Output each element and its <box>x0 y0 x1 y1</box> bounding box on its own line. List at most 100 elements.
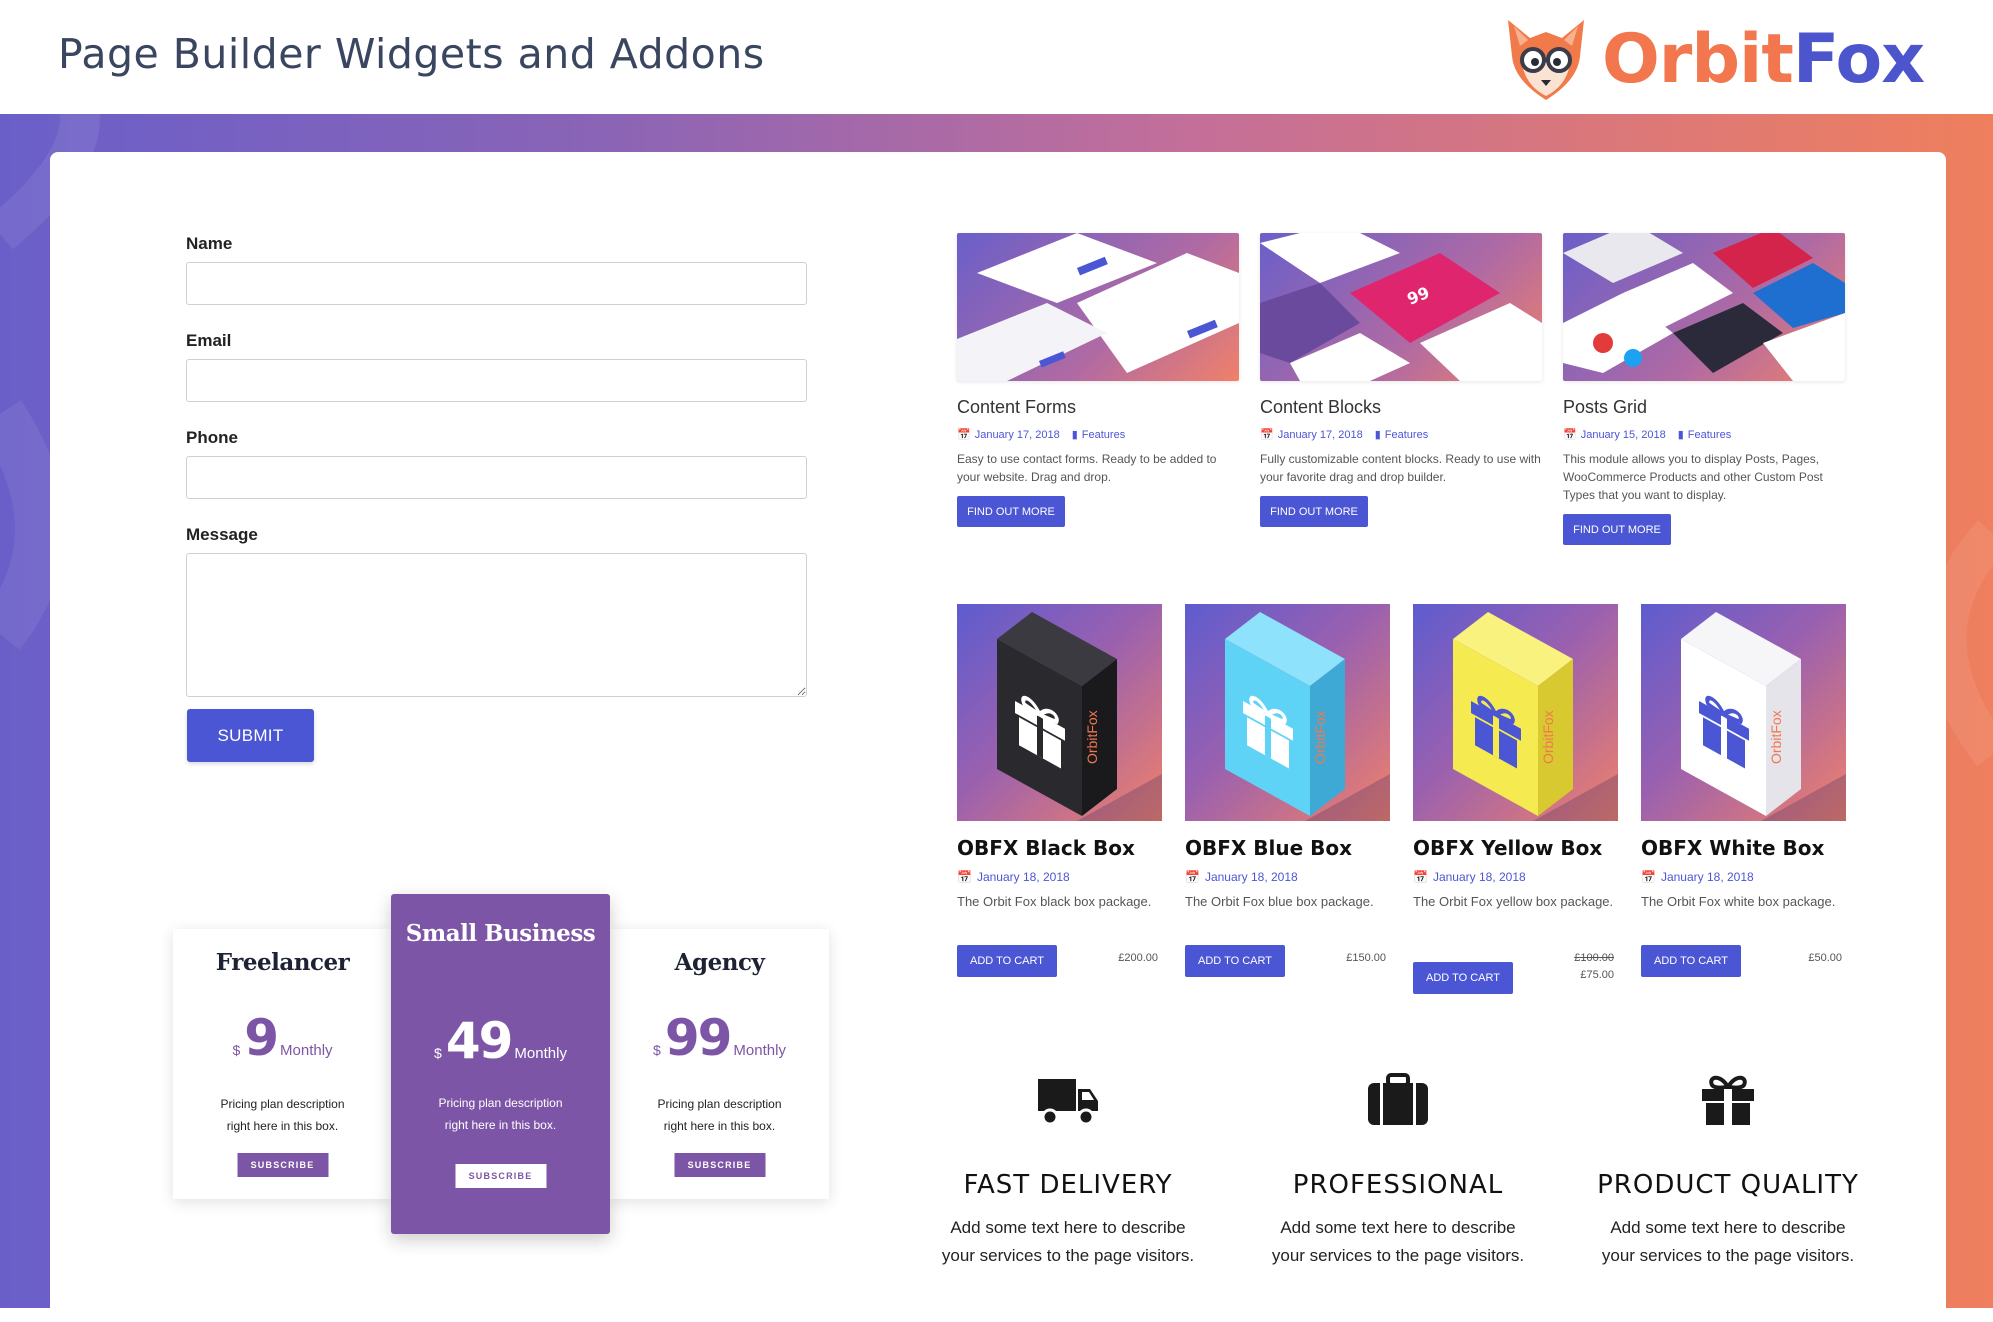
bookmark-icon: ▮ <box>1374 429 1381 441</box>
logo-text-orbit: Orbit <box>1602 20 1794 99</box>
product-description: The Orbit Fox white box package. <box>1641 894 1836 909</box>
feature-desc-line-2: your services to the page visitors. <box>1601 1246 1855 1265</box>
product-name[interactable]: OBFX Blue Box <box>1185 836 1390 860</box>
product-date[interactable]: January 18, 2018 <box>1205 870 1298 884</box>
feature-description: Add some text here to describe your serv… <box>1248 1214 1548 1270</box>
post-date[interactable]: January 15, 2018 <box>1581 429 1666 441</box>
submit-button[interactable]: SUBMIT <box>187 709 314 762</box>
find-out-more-button[interactable]: FIND OUT MORE <box>1260 496 1368 527</box>
product-meta: 📅 January 18, 2018 <box>1185 870 1390 884</box>
product-description: The Orbit Fox black box package. <box>957 894 1152 909</box>
product-old-price: £100.00 <box>1574 952 1614 964</box>
product-description: The Orbit Fox blue box package. <box>1185 894 1374 909</box>
feature-item: PROFESSIONAL Add some text here to descr… <box>1248 1070 1548 1270</box>
post-date[interactable]: January 17, 2018 <box>1278 429 1363 441</box>
feature-desc-line-1: Add some text here to describe <box>1280 1218 1516 1237</box>
post-meta: 📅 January 17, 2018 ▮ Features <box>957 428 1239 442</box>
product-name[interactable]: OBFX Black Box <box>957 836 1162 860</box>
email-input[interactable] <box>186 359 807 402</box>
add-to-cart-button[interactable]: ADD TO CART <box>1413 962 1513 994</box>
add-to-cart-button[interactable]: ADD TO CART <box>957 945 1057 977</box>
gift-box-illustration: OrbitFox <box>957 612 1162 821</box>
gift-icon <box>1578 1070 1878 1130</box>
gift-box-illustration: OrbitFox <box>1413 612 1618 821</box>
plan-price: $ 49 Monthly <box>391 1012 610 1070</box>
name-label: Name <box>186 234 233 253</box>
post-excerpt: Easy to use contact forms. Ready to be a… <box>957 452 1217 484</box>
phone-input[interactable] <box>186 456 807 499</box>
plan-description: Pricing plan description right here in t… <box>183 1093 382 1137</box>
post-excerpt: This module allows you to display Posts,… <box>1563 452 1823 502</box>
post-card: Content Forms 📅 January 17, 2018 ▮ Featu… <box>957 233 1239 527</box>
plan-currency: $ <box>232 1042 241 1058</box>
add-to-cart-button[interactable]: ADD TO CART <box>1641 945 1741 977</box>
subscribe-button[interactable]: SUBSCRIBE <box>237 1153 328 1177</box>
product-image[interactable]: OrbitFox <box>1185 604 1390 821</box>
product-meta: 📅 January 18, 2018 <box>1413 870 1618 884</box>
product-name[interactable]: OBFX White Box <box>1641 836 1846 860</box>
product-image[interactable]: OrbitFox <box>1641 604 1846 821</box>
box-label-text: OrbitFox <box>1768 710 1784 764</box>
product-price-block: £100.00 £75.00 <box>1574 950 1614 984</box>
phone-label: Phone <box>186 428 238 447</box>
product-date[interactable]: January 18, 2018 <box>977 870 1070 884</box>
product-card: OrbitFox OBFX White Box 📅 January 18, 201… <box>1641 604 1846 977</box>
post-date[interactable]: January 17, 2018 <box>975 429 1060 441</box>
product-image[interactable]: OrbitFox <box>957 604 1162 821</box>
post-card: Posts Grid 📅 January 15, 2018 ▮ Features… <box>1563 233 1845 545</box>
plan-price: $ 9 Monthly <box>173 1009 392 1067</box>
product-date[interactable]: January 18, 2018 <box>1433 870 1526 884</box>
page-title: Page Builder Widgets and Addons <box>58 30 765 78</box>
post-category[interactable]: Features <box>1385 429 1428 441</box>
product-card: OrbitFox OBFX Yellow Box 📅 January 18, 20… <box>1413 604 1618 994</box>
plan-desc-line-2: right here in this box. <box>226 1119 339 1133</box>
post-title[interactable]: Content Forms <box>957 397 1239 418</box>
plan-period: Monthly <box>733 1042 786 1059</box>
message-label: Message <box>186 525 258 544</box>
post-category[interactable]: Features <box>1688 429 1731 441</box>
plan-card-small-business: Small Business $ 49 Monthly Pricing plan… <box>391 894 610 1234</box>
product-date[interactable]: January 18, 2018 <box>1661 870 1754 884</box>
feature-desc-line-1: Add some text here to describe <box>950 1218 1186 1237</box>
bookmark-icon: ▮ <box>1071 429 1078 441</box>
box-label-text: OrbitFox <box>1084 710 1100 764</box>
find-out-more-button[interactable]: FIND OUT MORE <box>957 496 1065 527</box>
subscribe-button[interactable]: SUBSCRIBE <box>674 1153 765 1177</box>
post-thumbnail[interactable] <box>957 233 1239 381</box>
product-price: £50.00 <box>1808 952 1842 964</box>
calendar-icon: 📅 <box>957 870 972 884</box>
plan-desc-line-2: right here in this box. <box>444 1118 557 1132</box>
post-meta: 📅 January 15, 2018 ▮ Features <box>1563 428 1845 442</box>
plan-amount: 49 <box>445 1012 514 1070</box>
orbitfox-logo: OrbitFox <box>1500 14 1925 106</box>
product-card: OrbitFox OBFX Blue Box 📅 January 18, 2018… <box>1185 604 1390 977</box>
logo-wordmark: OrbitFox <box>1602 20 1925 99</box>
name-input[interactable] <box>186 262 807 305</box>
post-title[interactable]: Content Blocks <box>1260 397 1542 418</box>
plan-desc-line-1: Pricing plan description <box>438 1096 563 1110</box>
header: Page Builder Widgets and Addons OrbitFox <box>0 0 1993 114</box>
feature-item: PRODUCT QUALITY Add some text here to de… <box>1578 1070 1878 1270</box>
feature-desc-line-1: Add some text here to describe <box>1610 1218 1846 1237</box>
plan-name: Freelancer <box>215 949 350 976</box>
post-category[interactable]: Features <box>1082 429 1125 441</box>
post-thumbnail[interactable] <box>1563 233 1845 381</box>
plan-description: Pricing plan description right here in t… <box>401 1092 600 1136</box>
gift-box-illustration: OrbitFox <box>1641 612 1846 821</box>
post-title[interactable]: Posts Grid <box>1563 397 1845 418</box>
product-name[interactable]: OBFX Yellow Box <box>1413 836 1618 860</box>
find-out-more-button[interactable]: FIND OUT MORE <box>1563 514 1671 545</box>
message-textarea[interactable] <box>186 553 807 697</box>
product-image[interactable]: OrbitFox <box>1413 604 1618 821</box>
subscribe-button[interactable]: SUBSCRIBE <box>455 1164 546 1188</box>
feature-desc-line-2: your services to the page visitors. <box>941 1246 1195 1265</box>
box-label-text: OrbitFox <box>1312 710 1328 764</box>
add-to-cart-button[interactable]: ADD TO CART <box>1185 945 1285 977</box>
post-thumbnail[interactable]: 99 <box>1260 233 1542 381</box>
plan-amount: 99 <box>664 1009 733 1067</box>
post-meta: 📅 January 17, 2018 ▮ Features <box>1260 428 1542 442</box>
product-sale-price: £75.00 <box>1580 969 1614 981</box>
product-card: OrbitFox OBFX Black Box 📅 January 18, 201… <box>957 604 1162 977</box>
plan-desc-line-1: Pricing plan description <box>657 1097 782 1111</box>
email-label: Email <box>186 331 232 350</box>
